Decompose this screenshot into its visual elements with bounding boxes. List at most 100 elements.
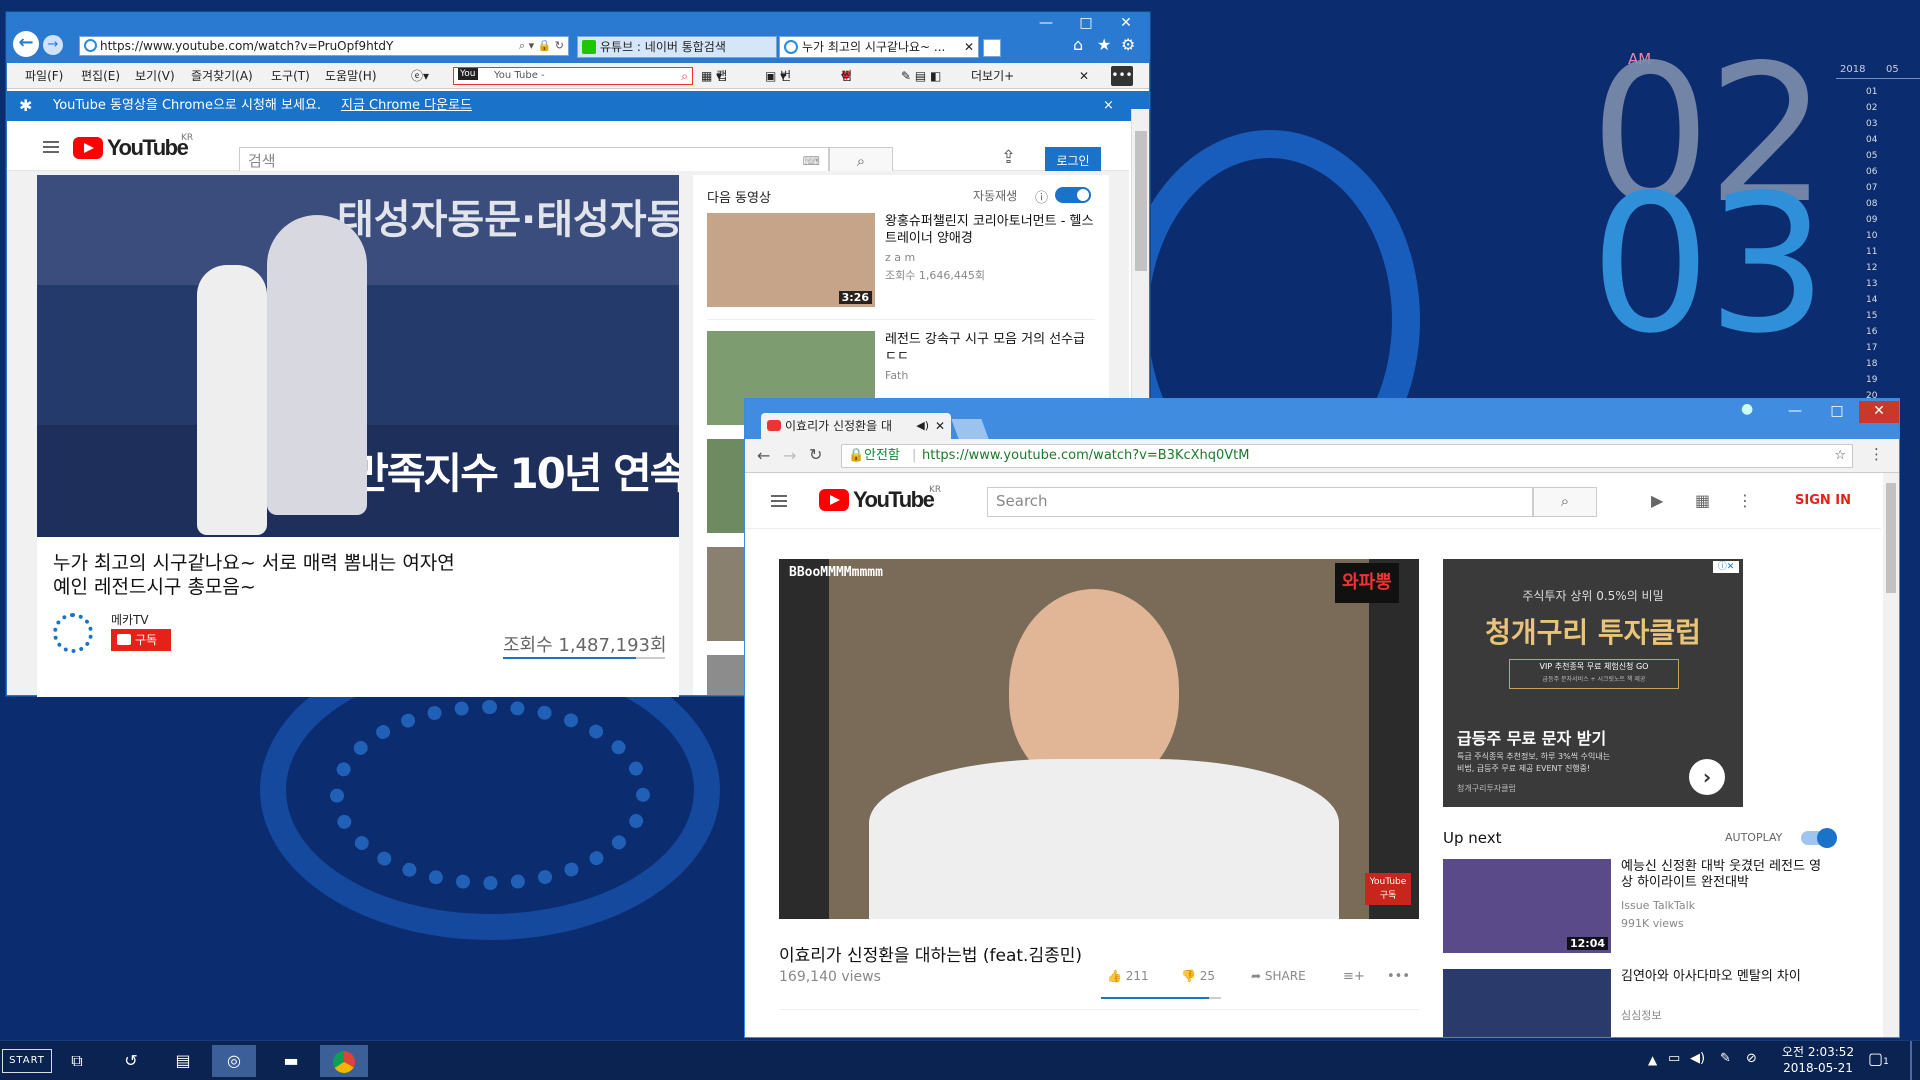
forward-button[interactable]: → xyxy=(43,35,63,55)
profile-icon[interactable]: ● xyxy=(1741,401,1753,417)
menu-favorites[interactable]: 즐겨찾기(A) xyxy=(191,63,253,89)
more-options-icon[interactable]: ⋮ xyxy=(1737,491,1753,510)
ie-tab-youtube[interactable]: 누가 최고의 시구같나요~ ... ✕ xyxy=(779,36,979,58)
youtube-logo[interactable]: YouTube KR xyxy=(73,133,193,159)
search-icon[interactable]: ⌕ xyxy=(681,68,688,84)
share-button[interactable]: ➦ SHARE xyxy=(1251,969,1306,983)
history-icon[interactable]: ↺ xyxy=(116,1045,146,1077)
file-explorer-icon[interactable]: ▬ xyxy=(276,1045,306,1077)
tab-close-icon[interactable]: ✕ xyxy=(935,413,945,439)
create-video-icon[interactable]: ▶ xyxy=(1651,491,1663,510)
maximize-button[interactable]: □ xyxy=(1817,401,1857,423)
toolbar-close-icon[interactable]: ✕ xyxy=(1079,63,1089,89)
show-desktop-button[interactable] xyxy=(1910,1041,1912,1080)
chrome-taskbar-icon[interactable] xyxy=(320,1045,368,1077)
ad-choices-icon[interactable]: ⓘ✕ xyxy=(1713,561,1739,573)
taskbar-clock[interactable]: 오전 2:03:52 2018-05-21 xyxy=(1770,1044,1866,1076)
video-subscribe-badge[interactable]: YouTube 구독 xyxy=(1365,873,1411,905)
chevron-right-icon[interactable]: › xyxy=(1689,759,1725,795)
forward-icon[interactable]: → xyxy=(783,446,796,465)
apps-grid-icon[interactable]: ▦ xyxy=(1695,491,1710,510)
info-icon[interactable]: ⓘ xyxy=(1035,187,1048,206)
capture-button[interactable]: ▦ 캡처 ▾ xyxy=(701,63,727,109)
ie-taskbar-icon[interactable]: ◎ xyxy=(212,1045,256,1077)
menu-icon[interactable] xyxy=(771,495,787,507)
home-icon[interactable]: ⌂ xyxy=(1073,35,1083,54)
more-options-icon[interactable]: ••• xyxy=(1111,66,1133,86)
pen-icon[interactable]: ✎ xyxy=(1720,1051,1731,1066)
volume-icon[interactable]: ◀) xyxy=(1690,1051,1705,1066)
suggestion-thumbnail[interactable]: 3:26 xyxy=(707,213,875,307)
translate-button[interactable]: ▣ 번역 ▾ xyxy=(765,63,791,109)
no-entry-icon[interactable]: ⊘ xyxy=(1746,1051,1757,1066)
minimize-button[interactable]: — xyxy=(1027,15,1065,31)
start-button[interactable]: START xyxy=(2,1049,52,1073)
channel-avatar[interactable] xyxy=(53,613,93,653)
youtube-logo[interactable]: YouTube KR xyxy=(819,485,941,511)
audio-icon[interactable]: ◀) xyxy=(916,413,929,439)
toolbar-search-input[interactable]: You You Tube - ⌕ xyxy=(453,67,693,85)
new-tab-button[interactable] xyxy=(951,419,989,439)
add-to-playlist-icon[interactable]: ≡+ xyxy=(1343,969,1365,984)
yt-search-button[interactable]: ⌕ xyxy=(1533,487,1597,517)
suggestion-thumbnail[interactable] xyxy=(1443,969,1611,1037)
scroll-thumb[interactable] xyxy=(1886,483,1896,593)
upload-icon[interactable]: ⇪ xyxy=(1001,147,1016,168)
suggestion-title[interactable]: 예능신 신정환 대박 웃겼던 레전드 영상 하이라이트 완전대박 xyxy=(1621,859,1831,891)
menu-tools[interactable]: 도구(T) xyxy=(271,63,310,89)
chrome-tab[interactable]: 이효리가 신정환을 대 ◀) ✕ xyxy=(761,413,951,439)
menu-view[interactable]: 보기(V) xyxy=(135,63,175,89)
reload-icon[interactable]: ↻ xyxy=(809,445,822,464)
suggestion-title[interactable]: 김연아와 아사다마오 멘탈의 차이 xyxy=(1621,969,1831,985)
task-view-icon[interactable]: ⧉ xyxy=(62,1045,92,1077)
more-actions-icon[interactable]: ••• xyxy=(1387,969,1410,984)
like-button[interactable]: 👍 211 xyxy=(1107,969,1149,983)
autoplay-toggle[interactable] xyxy=(1801,828,1837,848)
toolbar-icons[interactable]: ✎ ▤ ◧ xyxy=(901,63,941,89)
yt-search-input[interactable]: Search xyxy=(987,487,1533,517)
ie-logo-icon[interactable]: ⓔ▾ xyxy=(411,63,429,89)
dislike-button[interactable]: 👎 25 xyxy=(1181,969,1215,983)
close-button[interactable]: ✕ xyxy=(1859,401,1899,423)
promo-close-button[interactable]: × xyxy=(1103,91,1114,121)
chrome-menu-icon[interactable]: ⋮ xyxy=(1869,445,1884,463)
sign-in-button[interactable]: SIGN IN xyxy=(1795,493,1851,508)
suggestion-title[interactable]: 레전드 강속구 시구 모음 거의 선수급 ㄷㄷ xyxy=(885,331,1095,365)
pick-button[interactable]: ♥ 찜 ▾ xyxy=(841,63,852,89)
minimize-button[interactable]: — xyxy=(1775,401,1815,423)
ie-tab-naver[interactable]: 유튜브 : 네이버 통합검색 xyxy=(577,36,777,58)
maximize-button[interactable]: □ xyxy=(1067,15,1105,31)
tray-chevron-icon[interactable]: ▲ xyxy=(1648,1053,1657,1067)
channel-name[interactable]: 메카TV xyxy=(111,611,149,628)
more-button[interactable]: 더보기+ xyxy=(971,63,1014,89)
ad-banner[interactable]: ⓘ✕ 주식투자 상위 0.5%의 비밀 청개구리 투자클럽 VIP 추천종목 무… xyxy=(1443,559,1743,807)
suggestion-title[interactable]: 왕홍슈퍼챌린지 코리아토너먼트 - 헬스트레이너 양애경 xyxy=(885,213,1095,247)
back-icon[interactable]: ← xyxy=(757,446,770,465)
close-icon[interactable]: ✕ xyxy=(964,37,974,57)
calendar-day: 18 xyxy=(1866,359,1878,369)
video-player[interactable]: BBooMMMMmmmm 와파뿡 YouTube 구독 xyxy=(779,559,1419,919)
menu-icon[interactable] xyxy=(43,141,59,153)
chrome-omnibox[interactable]: 🔒 안전함 | https://www.youtube.com/watch?v=… xyxy=(841,444,1853,468)
menu-help[interactable]: 도움말(H) xyxy=(325,63,377,89)
calculator-icon[interactable]: ▤ xyxy=(168,1045,198,1077)
close-button[interactable]: ✕ xyxy=(1107,15,1145,31)
network-icon[interactable]: ▭ xyxy=(1668,1051,1680,1066)
scroll-thumb[interactable] xyxy=(1135,131,1147,271)
bookmark-star-icon[interactable]: ☆ xyxy=(1834,445,1846,467)
notifications-icon[interactable]: ▢1 xyxy=(1868,1049,1889,1068)
search-lock-refresh-icon[interactable]: ⌕ ▾ 🔒 ↻ xyxy=(519,37,564,55)
subscribe-button[interactable]: 구독 xyxy=(111,629,171,651)
chrome-download-link[interactable]: 지금 Chrome 다운로드 xyxy=(341,91,472,121)
autoplay-toggle[interactable] xyxy=(1055,187,1091,203)
settings-gear-icon[interactable]: ⚙ xyxy=(1121,35,1135,54)
back-button[interactable]: ← xyxy=(13,31,39,57)
suggestion-thumbnail[interactable]: 12:04 xyxy=(1443,859,1611,953)
new-tab-button[interactable] xyxy=(983,39,1001,57)
chrome-scrollbar[interactable] xyxy=(1883,473,1899,1037)
ie-address-bar[interactable]: https://www.youtube.com/watch?v=PruOpf9h… xyxy=(79,36,569,56)
favorites-star-icon[interactable]: ★ xyxy=(1097,35,1111,54)
video-player[interactable]: 태성자동문·태성자동문 관객만족지수 10년 연속1위 xyxy=(37,175,679,537)
menu-file[interactable]: 파일(F) xyxy=(25,63,63,89)
menu-edit[interactable]: 편집(E) xyxy=(81,63,120,89)
